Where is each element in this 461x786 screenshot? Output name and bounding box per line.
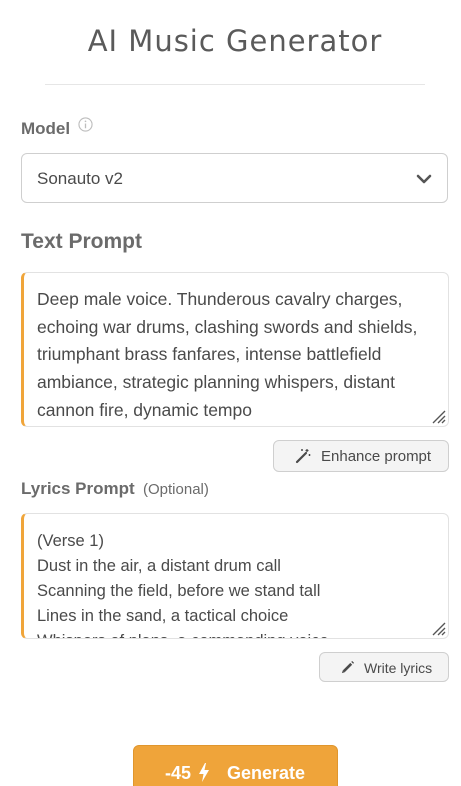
lyrics-prompt-label: Lyrics Prompt <box>21 479 135 498</box>
resize-handle-icon[interactable] <box>430 408 446 424</box>
page-title: AI Music Generator <box>87 24 383 58</box>
magic-wand-icon <box>295 449 311 464</box>
credit-cost: -45 <box>165 763 192 783</box>
model-select[interactable]: Sonauto v2 <box>21 153 448 203</box>
pencil-icon <box>341 660 355 674</box>
model-select-value: Sonauto v2 <box>37 169 124 188</box>
optional-hint: (Optional) <box>143 481 209 498</box>
title-divider <box>45 84 425 85</box>
lyrics-prompt-textarea[interactable]: (Verse 1) Dust in the air, a distant dru… <box>21 513 449 639</box>
lightning-bolt-icon <box>199 763 209 782</box>
lyrics-prompt-value: (Verse 1) Dust in the air, a distant dru… <box>37 532 329 638</box>
text-prompt-label: Text Prompt <box>21 230 142 253</box>
resize-handle-icon[interactable] <box>430 620 446 636</box>
text-prompt-value: Deep male voice. Thunderous cavalry char… <box>37 289 423 420</box>
enhance-prompt-label: Enhance prompt <box>321 448 432 465</box>
music-generator-page: AI Music Generator Model Sonauto v2 Text… <box>0 0 461 786</box>
write-lyrics-label: Write lyrics <box>364 660 433 676</box>
model-label: Model <box>21 119 71 138</box>
info-circle-icon[interactable] <box>78 117 93 132</box>
chevron-down-icon <box>416 174 432 184</box>
enhance-prompt-button[interactable]: Enhance prompt <box>273 440 449 472</box>
text-prompt-textarea[interactable]: Deep male voice. Thunderous cavalry char… <box>21 272 449 427</box>
generate-button[interactable]: -45 Generate <box>133 745 338 786</box>
write-lyrics-button[interactable]: Write lyrics <box>319 652 449 682</box>
generate-label: Generate <box>227 763 306 783</box>
